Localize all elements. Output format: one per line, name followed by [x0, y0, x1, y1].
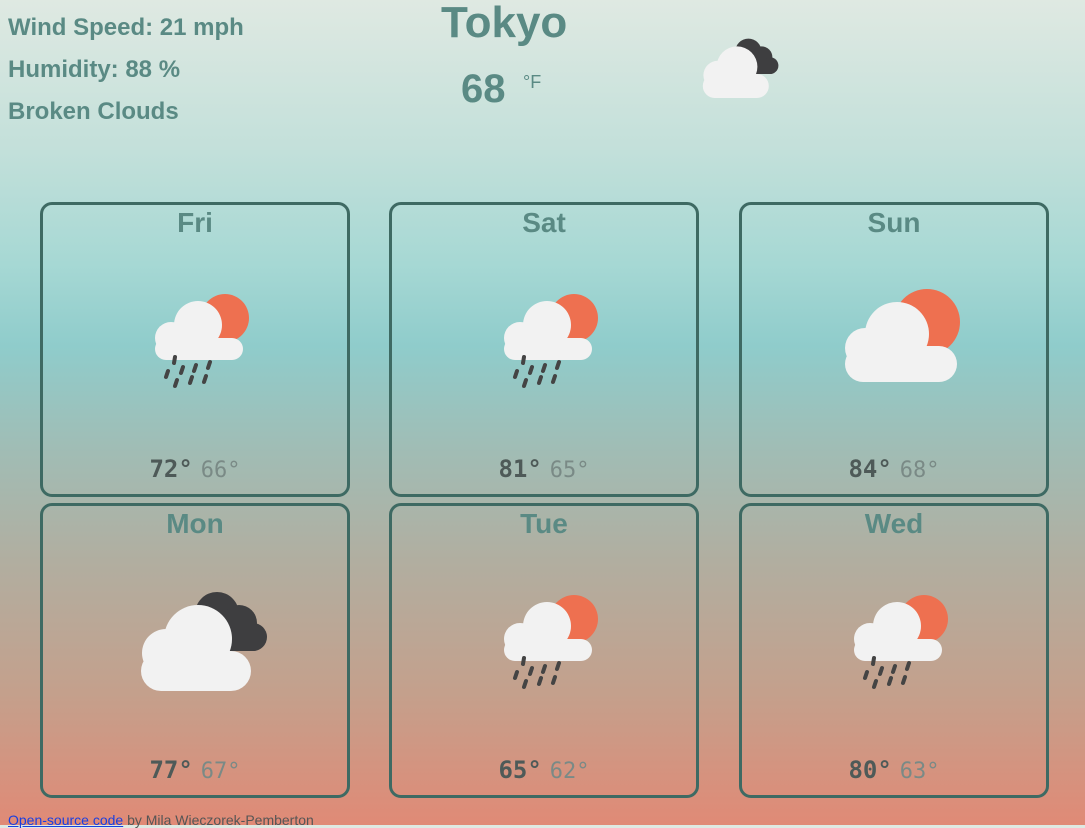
low-temp: 63°: [899, 759, 940, 784]
forecast-day: Mon: [166, 508, 224, 539]
forecast-temps: 77° 67°: [43, 756, 347, 784]
forecast-card-wed: Wed 80° 63°: [739, 503, 1049, 798]
footer: Open-source code by Mila Wieczorek-Pembe…: [8, 812, 314, 828]
sun-cloud-rain-icon: [128, 280, 268, 400]
current-temperature: 68: [461, 67, 506, 111]
forecast-temps: 65° 62°: [392, 756, 696, 784]
sun-cloud-rain-icon: [477, 280, 617, 400]
forecast-day: Sat: [522, 207, 566, 238]
low-temp: 62°: [549, 759, 590, 784]
forecast-card-sat: Sat 81° 65°: [389, 202, 699, 497]
low-temp: 68°: [899, 458, 940, 483]
high-temp: 72°: [149, 455, 193, 483]
broken-clouds-icon: [682, 32, 792, 104]
broken-clouds-icon: [128, 581, 268, 701]
high-temp: 65°: [498, 756, 542, 784]
low-temp: 66°: [200, 458, 241, 483]
forecast-temps: 81° 65°: [392, 455, 696, 483]
source-code-link[interactable]: Open-source code: [8, 812, 123, 828]
footer-credit: by Mila Wieczorek-Pemberton: [123, 812, 314, 828]
forecast-card-sun: Sun 84° 68°: [739, 202, 1049, 497]
high-temp: 81°: [498, 455, 542, 483]
forecast-day: Fri: [177, 207, 213, 238]
city-name: Tokyo: [441, 0, 568, 47]
forecast-card-fri: Fri 72° 66°: [40, 202, 350, 497]
sun-cloud-rain-icon: [827, 581, 967, 701]
forecast-day: Tue: [520, 508, 568, 539]
high-temp: 84°: [848, 455, 892, 483]
forecast-day: Sun: [867, 207, 921, 238]
forecast-day: Wed: [864, 508, 924, 539]
weather-description: Broken Clouds: [8, 98, 179, 125]
low-temp: 65°: [549, 458, 590, 483]
forecast-temps: 72° 66°: [43, 455, 347, 483]
temperature-unit: °F: [523, 72, 542, 92]
forecast-card-tue: Tue 65° 62°: [389, 503, 699, 798]
humidity: Humidity: 88 %: [8, 56, 181, 83]
wind-speed: Wind Speed: 21 mph: [8, 14, 244, 41]
forecast-temps: 84° 68°: [742, 455, 1046, 483]
low-temp: 67°: [200, 759, 241, 784]
sun-cloud-rain-icon: [477, 581, 617, 701]
high-temp: 77°: [149, 756, 193, 784]
current-stats: Wind Speed: 21 mph Humidity: 88 % Broken…: [8, 12, 244, 138]
forecast-card-mon: Mon 77° 67°: [40, 503, 350, 798]
forecast-temps: 80° 63°: [742, 756, 1046, 784]
sun-cloud-icon: [827, 280, 967, 400]
high-temp: 80°: [848, 756, 892, 784]
